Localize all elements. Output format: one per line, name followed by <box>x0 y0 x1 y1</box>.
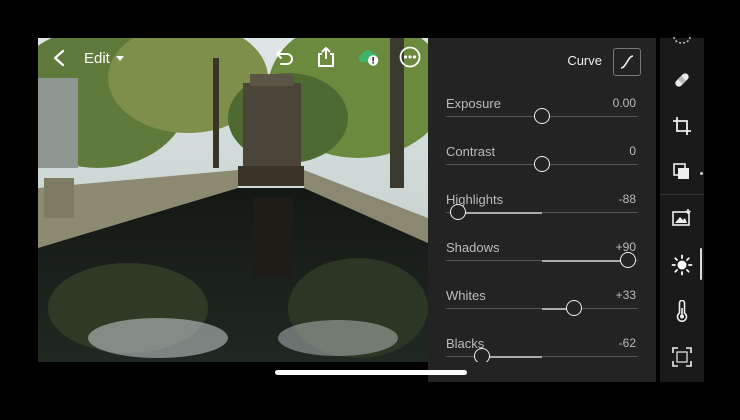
screen: Edit Curve Exposure 0.00 Contrast 0 High… <box>0 0 740 420</box>
auto-button[interactable] <box>670 30 694 54</box>
slider-fill <box>457 211 542 214</box>
curve-button[interactable] <box>613 48 641 76</box>
more-button[interactable] <box>398 44 422 70</box>
slider-name: Contrast <box>446 144 496 159</box>
slider-value: +33 <box>615 288 636 302</box>
vignette-icon <box>672 347 692 367</box>
slider-thumb[interactable] <box>449 204 466 220</box>
top-left-controls: Edit <box>48 46 124 70</box>
home-indicator[interactable] <box>275 370 467 375</box>
share-icon <box>318 47 334 67</box>
presets-button[interactable] <box>670 160 694 184</box>
cloud-sync-warning-icon <box>359 50 379 66</box>
whites-slider[interactable]: Whites +33 <box>446 288 638 336</box>
masking-icon <box>672 209 691 226</box>
presets-icon <box>673 163 689 179</box>
curve-row: Curve <box>428 48 656 76</box>
effects-button[interactable] <box>670 345 694 369</box>
slider-name: Exposure <box>446 96 501 111</box>
shadows-slider[interactable]: Shadows +90 <box>446 240 638 288</box>
slider-value: -88 <box>618 192 636 206</box>
healing-button[interactable] <box>670 68 694 92</box>
more-icon <box>399 46 421 68</box>
photo-preview[interactable] <box>38 38 428 362</box>
slider-value: -62 <box>618 336 636 350</box>
slider-name: Shadows <box>446 240 500 255</box>
curve-label: Curve <box>567 53 602 68</box>
crop-icon <box>673 117 691 135</box>
slider-thumb[interactable] <box>565 300 582 316</box>
mode-dropdown[interactable]: Edit <box>84 50 124 67</box>
light-icon <box>671 254 693 276</box>
slider-value: 0 <box>629 144 636 158</box>
slider-thumb[interactable] <box>620 252 637 268</box>
back-button[interactable] <box>48 46 70 70</box>
slider-thumb[interactable] <box>534 156 550 172</box>
healing-icon <box>675 73 689 87</box>
color-button[interactable] <box>670 299 694 323</box>
slider-thumb[interactable] <box>534 108 550 124</box>
contrast-slider[interactable]: Contrast 0 <box>446 144 638 192</box>
exposure-slider[interactable]: Exposure 0.00 <box>446 96 638 144</box>
highlights-slider[interactable]: Highlights -88 <box>446 192 638 240</box>
rail-divider <box>660 194 704 195</box>
undo-button[interactable] <box>272 44 296 70</box>
back-icon <box>53 49 65 67</box>
tool-rail <box>660 36 704 382</box>
presets-indicator-dot <box>700 172 703 175</box>
cloud-sync-button[interactable] <box>356 44 380 70</box>
share-button[interactable] <box>314 44 338 70</box>
photo-image <box>38 38 428 362</box>
slider-name: Whites <box>446 288 486 303</box>
active-tool-indicator <box>700 248 702 280</box>
light-adjustments-panel: Curve Exposure 0.00 Contrast 0 Highlight… <box>428 38 656 382</box>
chevron-down-icon <box>115 55 124 61</box>
slider-value: 0.00 <box>612 96 636 110</box>
auto-icon <box>673 36 691 44</box>
crop-button[interactable] <box>670 114 694 138</box>
color-temperature-icon <box>676 300 688 322</box>
slider-fill <box>542 259 629 262</box>
light-button[interactable] <box>670 253 694 277</box>
curve-icon <box>620 55 634 69</box>
mode-label: Edit <box>84 49 110 67</box>
masking-button[interactable] <box>670 206 694 230</box>
slider-fill <box>482 355 542 358</box>
top-toolbar <box>272 44 422 70</box>
undo-icon <box>276 49 293 65</box>
